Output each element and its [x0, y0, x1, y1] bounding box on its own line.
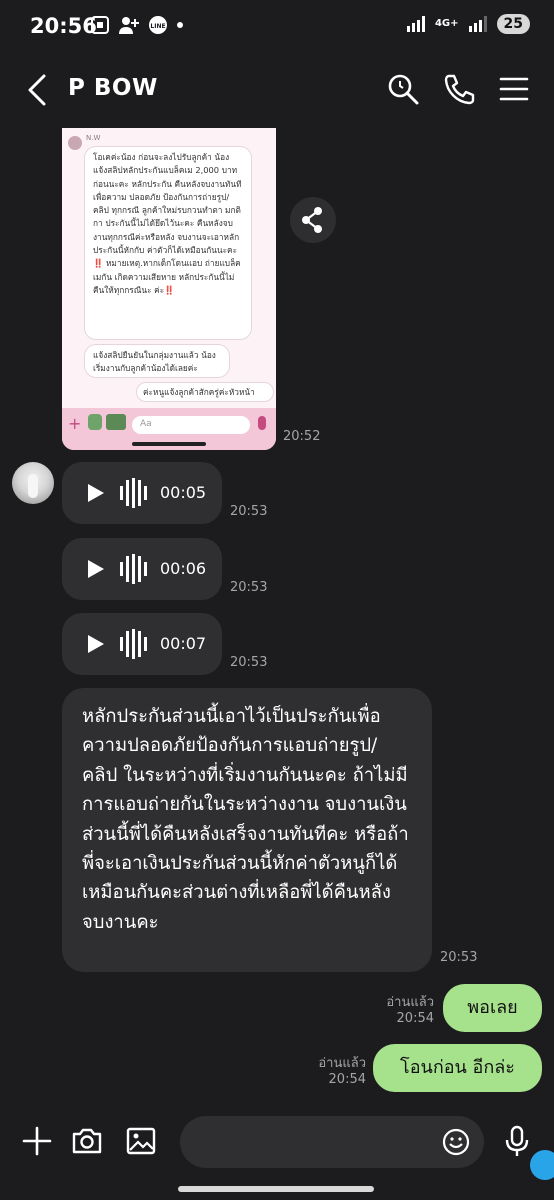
read-receipt: อ่านแล้ว — [386, 995, 434, 1010]
mini-sticker-icon-2 — [106, 414, 126, 430]
message-time: 20:54 — [396, 1011, 434, 1026]
mini-plus-icon: + — [68, 414, 82, 433]
line-app-icon: LINE — [149, 16, 167, 34]
voice-message[interactable]: 00:06 — [62, 538, 222, 600]
back-arrow-icon[interactable] — [24, 72, 54, 108]
waveform-icon — [120, 629, 147, 659]
svg-text:LINE: LINE — [150, 23, 165, 30]
floating-bubble-icon[interactable] — [530, 1150, 554, 1180]
screenshot-icon — [91, 16, 109, 34]
image-icon[interactable] — [124, 1124, 158, 1158]
plus-icon[interactable] — [20, 1124, 54, 1158]
message-time: 20:53 — [230, 580, 268, 595]
dot-icon — [177, 22, 183, 28]
camera-icon[interactable] — [70, 1124, 104, 1158]
mini-mic-icon — [258, 416, 266, 430]
screenshot-chat-area: N.W โอเคค่ะน้อง ก่อนจะลงไปรับลูกค้า น้อง… — [62, 128, 276, 408]
message-time: 20:53 — [440, 950, 478, 965]
battery-indicator: 25 — [496, 14, 530, 34]
waveform-icon — [120, 554, 147, 584]
waveform-icon — [120, 478, 147, 508]
phone-icon[interactable] — [442, 72, 476, 106]
notification-icons: LINE — [90, 15, 184, 35]
mini-bubble-instructions-text: โอเคค่ะน้อง ก่อนจะลงไปรับลูกค้า น้องแจ้ง… — [93, 152, 242, 256]
chat-header: P BOW — [0, 58, 554, 124]
mini-sticker-icon — [88, 414, 102, 430]
system-icons: 4G+ 25 — [406, 14, 530, 34]
gesture-nav-bar — [178, 1186, 374, 1192]
image-message[interactable]: N.W โอเคค่ะน้อง ก่อนจะลงไปรับลูกค้า น้อง… — [62, 128, 276, 450]
screenshot-input-bar: + Aa — [62, 408, 276, 450]
contact-name[interactable]: P BOW — [68, 75, 158, 101]
play-icon[interactable] — [88, 635, 104, 653]
search-icon[interactable] — [386, 72, 420, 106]
voice-duration: 00:05 — [160, 483, 207, 502]
message-time: 20:53 — [230, 655, 268, 670]
play-icon[interactable] — [88, 484, 104, 502]
message-time: 20:53 — [230, 504, 268, 519]
contact-avatar[interactable] — [12, 462, 54, 504]
mini-home-bar — [132, 442, 206, 446]
mini-bubble-warning-text: ‼️ หมายเหตุ.หากเด็กโดนแอบ ถ่ายแบล็คเมกัน… — [93, 258, 241, 295]
outgoing-message[interactable]: พอเลย — [443, 984, 542, 1032]
outgoing-message[interactable]: โอนก่อน อีกล่ะ — [373, 1044, 542, 1092]
mini-avatar — [68, 136, 82, 150]
voice-duration: 00:06 — [160, 559, 207, 578]
message-time: 20:54 — [328, 1072, 366, 1087]
status-bar: 20:56 LINE 4G+ 25 — [0, 0, 554, 58]
emoji-icon[interactable] — [440, 1126, 472, 1158]
mini-bubble-confirm-text: แจ้งสลิปยืนยันในกลุ่มงานแล้ว น้องเริ่มงา… — [93, 350, 216, 374]
voice-message[interactable]: 00:05 — [62, 462, 222, 524]
message-input[interactable] — [180, 1116, 484, 1168]
mini-bubble-reply: ค่ะหนูแจ้งลูกค้าสักครู่ค่ะหัวหน้า — [136, 382, 274, 402]
share-icon — [302, 207, 322, 233]
message-text: โอนก่อน อีกล่ะ — [400, 1057, 515, 1078]
message-text: พอเลย — [467, 997, 518, 1018]
share-button[interactable] — [290, 197, 336, 243]
add-user-icon — [119, 17, 139, 34]
play-icon[interactable] — [88, 560, 104, 578]
input-bar — [0, 1108, 554, 1200]
avatar-figure — [28, 474, 38, 498]
signal-icon-2 — [468, 16, 487, 32]
menu-icon[interactable] — [497, 72, 531, 106]
message-text: หลักประกันส่วนนี้เอาไว้เป็นประกันเพื่อคว… — [82, 706, 409, 933]
voice-duration: 00:07 — [160, 634, 207, 653]
mini-bubble-instructions: โอเคค่ะน้อง ก่อนจะลงไปรับลูกค้า น้องแจ้ง… — [84, 146, 252, 340]
message-time: 20:52 — [283, 429, 321, 444]
network-label: 4G+ — [434, 18, 459, 29]
voice-message[interactable]: 00:07 — [62, 613, 222, 675]
incoming-text-message[interactable]: หลักประกันส่วนนี้เอาไว้เป็นประกันเพื่อคว… — [62, 688, 432, 972]
mini-sender-tag: N.W — [86, 134, 101, 142]
mini-input-field: Aa — [132, 416, 250, 434]
microphone-icon[interactable] — [500, 1124, 534, 1158]
mini-bubble-reply-text: ค่ะหนูแจ้งลูกค้าสักครู่ค่ะหัวหน้า — [143, 387, 255, 397]
status-time: 20:56 — [30, 14, 97, 38]
mini-bubble-confirm: แจ้งสลิปยืนยันในกลุ่มงานแล้ว น้องเริ่มงา… — [84, 344, 230, 378]
read-receipt: อ่านแล้ว — [318, 1056, 366, 1071]
signal-icon — [406, 16, 425, 32]
